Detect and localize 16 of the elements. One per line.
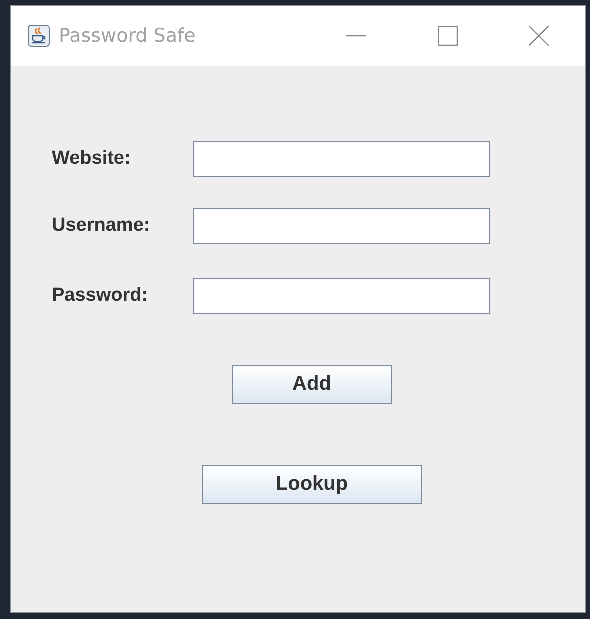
window-title: Password Safe — [59, 25, 196, 47]
maximize-button[interactable] — [438, 26, 458, 46]
input-field[interactable] — [193, 208, 490, 244]
field-label: Password: — [52, 285, 150, 307]
action-button[interactable]: Lookup — [202, 465, 422, 504]
field-label: Website: — [52, 148, 132, 170]
input-field[interactable] — [193, 141, 490, 177]
field-label: Username: — [52, 215, 152, 237]
action-button[interactable]: Add — [232, 365, 392, 404]
input-field[interactable] — [193, 278, 490, 314]
coffee-cup-icon — [28, 25, 50, 47]
close-button[interactable] — [529, 26, 549, 46]
close-icon — [529, 26, 549, 46]
minimize-icon — [346, 35, 366, 37]
maximize-icon — [438, 26, 458, 46]
minimize-button[interactable] — [346, 35, 366, 37]
